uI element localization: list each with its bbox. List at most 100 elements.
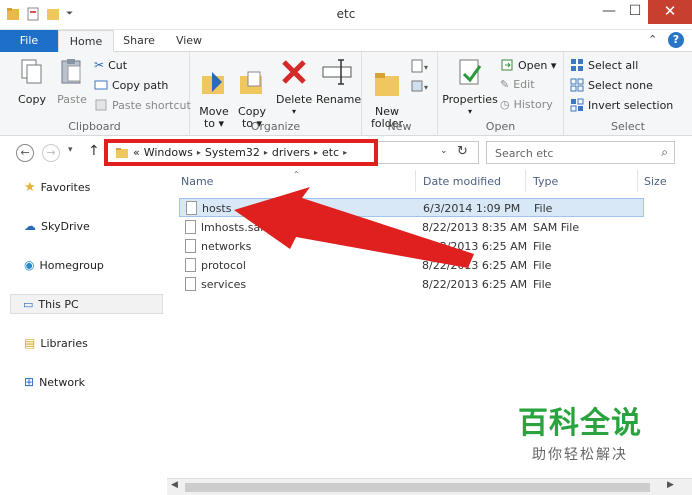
- column-header-size[interactable]: Size: [644, 175, 667, 188]
- recent-locations-icon[interactable]: ▾: [68, 145, 73, 155]
- nav-item-homegroup[interactable]: ◉ Homegroup: [24, 258, 104, 272]
- new-group-label: New: [387, 120, 412, 133]
- delete-dropdown-icon[interactable]: ▾: [276, 106, 312, 118]
- tab-view[interactable]: View: [164, 30, 214, 52]
- file-name: networks: [201, 240, 252, 253]
- properties-dropdown-icon[interactable]: ▾: [442, 106, 498, 118]
- navigation-pane: ★ Favorites ☁ SkyDrive ◉ Homegroup ▭ Thi…: [0, 170, 167, 495]
- ribbon-tabs: File Home Share View ⌃ ?: [0, 30, 692, 52]
- move-to-button[interactable]: Move to ▾: [196, 56, 232, 130]
- minimize-ribbon-icon[interactable]: ⌃: [648, 33, 657, 46]
- new-folder-button[interactable]: New folder: [368, 56, 406, 130]
- new-group: New folder ▾ ▾ New: [362, 52, 438, 136]
- homegroup-icon: ◉: [24, 258, 35, 272]
- cut-button[interactable]: ✂ Cut: [94, 58, 127, 72]
- horizontal-scrollbar[interactable]: ◀ ▶: [167, 478, 692, 495]
- table-row[interactable]: lmhosts.sam 8/22/2013 8:35 AM SAM File: [179, 218, 644, 237]
- copy-path-icon: [94, 80, 108, 90]
- cut-label: Cut: [108, 58, 128, 72]
- up-arrow-icon[interactable]: ↑: [88, 143, 100, 159]
- back-button[interactable]: ←: [16, 144, 34, 162]
- nav-item-label: SkyDrive: [41, 219, 90, 233]
- select-none-icon: [570, 78, 584, 92]
- cloud-icon: ☁: [24, 219, 36, 233]
- tab-home[interactable]: Home: [58, 30, 114, 52]
- nav-item-thispc[interactable]: ▭ This PC: [10, 294, 163, 314]
- nav-item-libraries[interactable]: ▤ Libraries: [24, 336, 88, 350]
- organize-group-label: Organize: [250, 120, 301, 133]
- column-header-type[interactable]: Type: [533, 175, 558, 188]
- delete-button[interactable]: Delete ▾: [276, 56, 312, 118]
- table-row[interactable]: protocol 8/22/2013 6:25 AM File: [179, 256, 644, 275]
- tab-file[interactable]: File: [0, 30, 58, 52]
- file-type: File: [533, 240, 552, 253]
- select-all-icon: [571, 59, 583, 71]
- paste-button[interactable]: Paste: [54, 56, 90, 106]
- column-divider[interactable]: [415, 170, 416, 192]
- back-arrow-icon: ←: [20, 146, 30, 159]
- rename-button[interactable]: Rename: [316, 56, 362, 106]
- copy-label: Copy: [18, 93, 46, 106]
- star-icon: ★: [24, 180, 36, 195]
- nav-item-favorites[interactable]: ★ Favorites: [24, 180, 90, 195]
- copy-path-button[interactable]: Copy path: [94, 78, 168, 92]
- rename-icon: [322, 59, 352, 85]
- open-label: Open ▾: [518, 58, 557, 72]
- edit-button[interactable]: ✎ Edit: [500, 78, 535, 91]
- table-row[interactable]: networks 8/22/2013 6:25 AM File: [179, 237, 644, 256]
- watermark: 百科全说 助你轻松解决: [500, 398, 660, 464]
- file-date: 8/22/2013 8:35 AM: [422, 221, 528, 234]
- table-row[interactable]: hosts 6/3/2014 1:09 PM File: [179, 198, 644, 217]
- easy-access-icon[interactable]: ▾: [410, 78, 430, 94]
- scroll-right-icon[interactable]: ▶: [667, 480, 674, 490]
- new-item-icon[interactable]: ▾: [410, 58, 430, 74]
- refresh-icon[interactable]: ↻: [457, 144, 468, 159]
- select-none-button[interactable]: Select none: [570, 78, 653, 92]
- paste-shortcut-button[interactable]: Paste shortcut: [94, 98, 191, 112]
- copy-button[interactable]: Copy: [14, 56, 50, 106]
- properties-button[interactable]: Properties ▾: [442, 56, 498, 118]
- table-row[interactable]: services 8/22/2013 6:25 AM File: [179, 275, 644, 294]
- column-divider[interactable]: [637, 170, 638, 192]
- file-icon: [186, 201, 197, 215]
- nav-item-label: Network: [39, 375, 85, 389]
- copy-icon: [21, 59, 42, 84]
- forward-arrow-icon: →: [46, 146, 56, 159]
- search-icon[interactable]: ⌕: [661, 145, 668, 160]
- history-button[interactable]: ◷ History: [500, 98, 553, 111]
- help-icon[interactable]: ?: [668, 32, 684, 48]
- scroll-left-icon[interactable]: ◀: [171, 480, 178, 490]
- nav-item-skydrive[interactable]: ☁ SkyDrive: [24, 219, 90, 233]
- column-header-name[interactable]: Name: [181, 175, 213, 188]
- history-label: History: [513, 98, 553, 111]
- column-header-date[interactable]: Date modified: [423, 175, 501, 188]
- tab-share[interactable]: Share: [114, 30, 164, 52]
- forward-button[interactable]: →: [42, 144, 60, 162]
- search-box[interactable]: Search etc ⌕: [486, 141, 675, 164]
- address-highlight-box: [104, 139, 378, 166]
- scrollbar-thumb[interactable]: [185, 483, 650, 492]
- invert-selection-button[interactable]: Invert selection: [570, 98, 673, 112]
- open-button[interactable]: Open ▾: [500, 58, 556, 72]
- nav-item-network[interactable]: ⊞ Network: [24, 375, 85, 389]
- address-dropdown-icon[interactable]: ⌄: [440, 146, 448, 156]
- file-icon: [185, 239, 196, 253]
- close-button[interactable]: ✕: [648, 0, 692, 24]
- nav-item-label: Libraries: [40, 336, 88, 350]
- delete-icon: [282, 60, 306, 84]
- history-icon: ◷: [500, 98, 510, 111]
- select-all-button[interactable]: Select all: [570, 58, 638, 72]
- search-input[interactable]: Search etc: [495, 147, 553, 160]
- delete-label: Delete: [276, 93, 313, 106]
- file-type: SAM File: [533, 221, 580, 234]
- rename-label: Rename: [316, 93, 362, 106]
- ribbon: Copy Paste ✂ Cut Copy path Paste shortcu…: [0, 52, 692, 136]
- copy-path-label: Copy path: [112, 78, 169, 92]
- title-bar: ⏷ etc — ☐ ✕: [0, 0, 692, 30]
- maximize-button[interactable]: ☐: [620, 0, 650, 24]
- column-divider[interactable]: [525, 170, 526, 192]
- file-date: 8/22/2013 6:25 AM: [422, 240, 528, 253]
- copy-to-button[interactable]: Copy to ▾: [234, 56, 270, 130]
- select-group-label: Select: [611, 120, 645, 133]
- file-icon: [185, 258, 196, 272]
